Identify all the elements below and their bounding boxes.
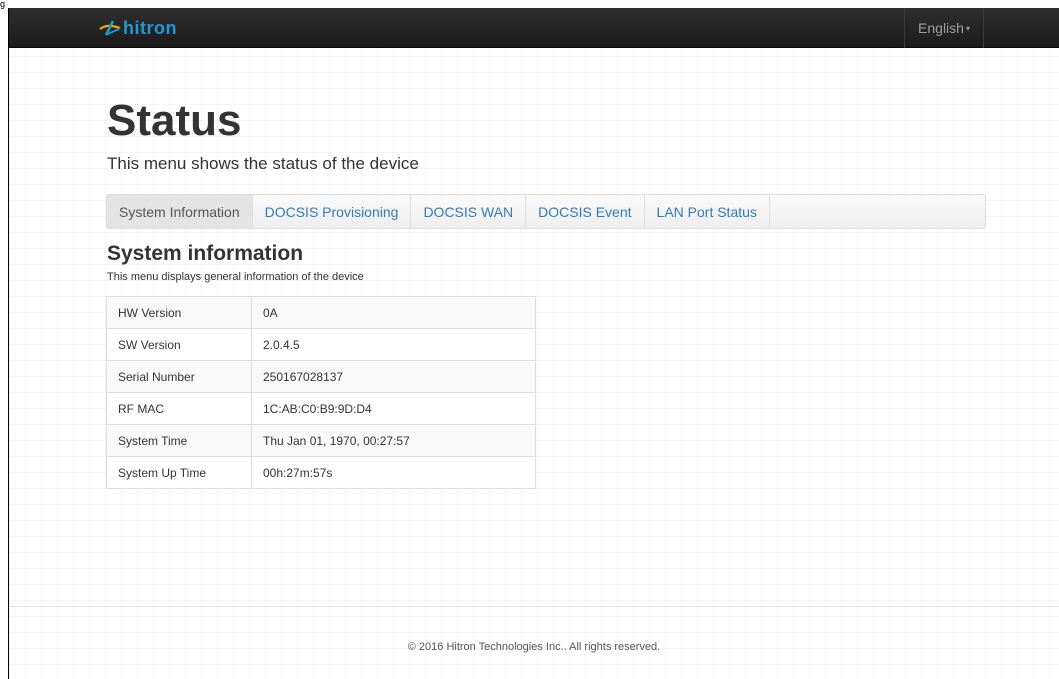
tab-lan-port-status[interactable]: LAN Port Status [645, 195, 770, 228]
row-value: 250167028137 [251, 360, 536, 393]
status-tabs: System Information DOCSIS Provisioning D… [106, 194, 986, 229]
row-key: System Time [106, 424, 252, 457]
tab-docsis-wan[interactable]: DOCSIS WAN [411, 195, 527, 228]
row-value: 1C:AB:C0:B9:9D:D4 [251, 392, 536, 425]
footer-divider [9, 606, 1059, 607]
section-subtitle: This menu displays general information o… [107, 271, 364, 283]
page-subtitle: This menu shows the status of the device [107, 154, 419, 173]
table-row: HW Version 0A [106, 296, 536, 329]
chevron-down-icon: ▾ [965, 23, 970, 33]
table-row: System Up Time 00h:27m:57s [106, 456, 536, 489]
language-dropdown[interactable]: English ▾ [904, 8, 984, 48]
page-title: Status [107, 96, 242, 145]
browser-viewport: hitron English ▾ Status This menu shows … [8, 8, 1059, 679]
row-key: System Up Time [106, 456, 252, 489]
tab-docsis-event[interactable]: DOCSIS Event [526, 195, 645, 228]
tab-system-information[interactable]: System Information [107, 195, 253, 228]
row-key: SW Version [106, 328, 252, 361]
top-navbar: hitron English ▾ [9, 8, 1059, 48]
hitron-logo-icon [99, 20, 121, 36]
row-key: RF MAC [106, 392, 252, 425]
row-value: 0A [251, 296, 536, 329]
hitron-logo[interactable]: hitron [99, 17, 177, 39]
table-row: System Time Thu Jan 01, 1970, 00:27:57 [106, 424, 536, 457]
row-key: HW Version [106, 296, 252, 329]
table-row: SW Version 2.0.4.5 [106, 328, 536, 361]
table-row: Serial Number 250167028137 [106, 360, 536, 393]
row-value: 00h:27m:57s [251, 456, 536, 489]
table-row: RF MAC 1C:AB:C0:B9:9D:D4 [106, 392, 536, 425]
row-value: Thu Jan 01, 1970, 00:27:57 [251, 424, 536, 457]
language-label: English [918, 20, 964, 36]
footer-copyright: © 2016 Hitron Technologies Inc.. All rig… [407, 641, 661, 653]
section-title: System information [107, 242, 304, 265]
row-value: 2.0.4.5 [251, 328, 536, 361]
row-key: Serial Number [106, 360, 252, 393]
logo-text: hitron [123, 17, 177, 38]
system-info-table: HW Version 0A SW Version 2.0.4.5 Serial … [106, 296, 536, 489]
tab-docsis-provisioning[interactable]: DOCSIS Provisioning [253, 195, 412, 228]
